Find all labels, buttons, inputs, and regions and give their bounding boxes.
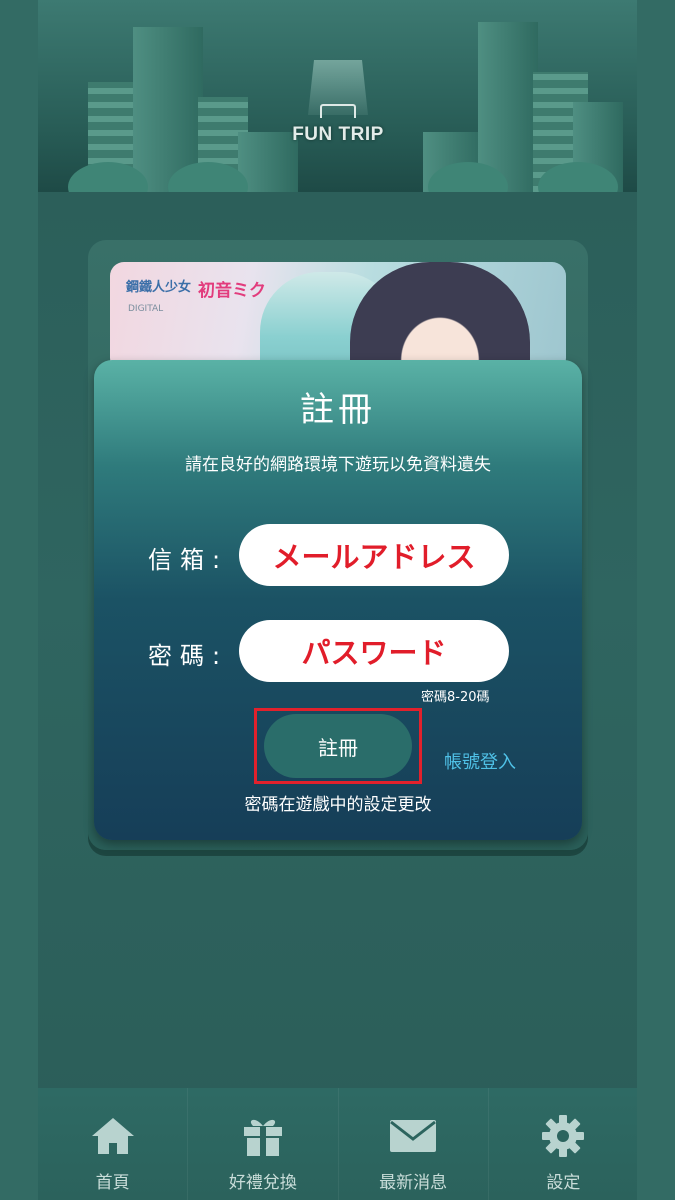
nav-label: 好禮兌換 (228, 1173, 297, 1193)
event-banner-image[interactable]: 鋼鐵人少女 初音ミク DIGITAL (110, 262, 566, 372)
brand-logo-left: 鋼鐵人少女 (126, 280, 192, 295)
gift-icon (239, 1114, 287, 1158)
dialog-title: 註冊 (300, 390, 376, 430)
brand-logo-small: DIGITAL (128, 304, 164, 314)
bottom-nav: 首頁 好禮兌換 最新消息 設定 (38, 1088, 638, 1200)
nav-item-settings[interactable]: 設定 (489, 1088, 638, 1200)
dialog-subtitle: 請在良好的網路環境下遊玩以免資料遺失 (185, 455, 491, 475)
home-icon (89, 1114, 137, 1158)
register-dialog: 註冊 請在良好的網路環境下遊玩以免資料遺失 信箱: メールアドレス 密碼: パス… (94, 360, 582, 840)
password-change-note: 密碼在遊戲中的設定更改 (244, 795, 432, 815)
header-banner: FUN TRIP (38, 0, 638, 192)
password-label: 密碼: (148, 642, 229, 670)
gear-icon (539, 1114, 587, 1158)
brand-logo-right: 初音ミク (198, 281, 266, 301)
account-login-link[interactable]: 帳號登入 (444, 748, 516, 774)
password-field[interactable]: パスワード (239, 620, 509, 682)
mail-icon (389, 1114, 437, 1158)
nav-label: 最新消息 (379, 1173, 448, 1193)
nav-label: 首頁 (95, 1173, 130, 1193)
nav-item-news[interactable]: 最新消息 (339, 1088, 489, 1200)
register-button[interactable]: 註冊 (264, 714, 412, 778)
nav-label: 設定 (546, 1173, 581, 1193)
email-label: 信箱: (148, 546, 229, 574)
password-hint: 密碼8-20碼 (421, 690, 490, 705)
nav-item-gifts[interactable]: 好禮兌換 (188, 1088, 339, 1200)
nav-item-home[interactable]: 首頁 (38, 1088, 189, 1200)
app-logo: FUN TRIP (292, 124, 384, 145)
app-screen: FUN TRIP 鋼鐵人少女 初音ミク DIGITAL 註冊 請在良好的網路環境… (0, 0, 675, 1200)
email-field[interactable]: メールアドレス (239, 524, 509, 586)
character-illustration (350, 262, 530, 372)
logo-mark-icon (320, 104, 356, 118)
